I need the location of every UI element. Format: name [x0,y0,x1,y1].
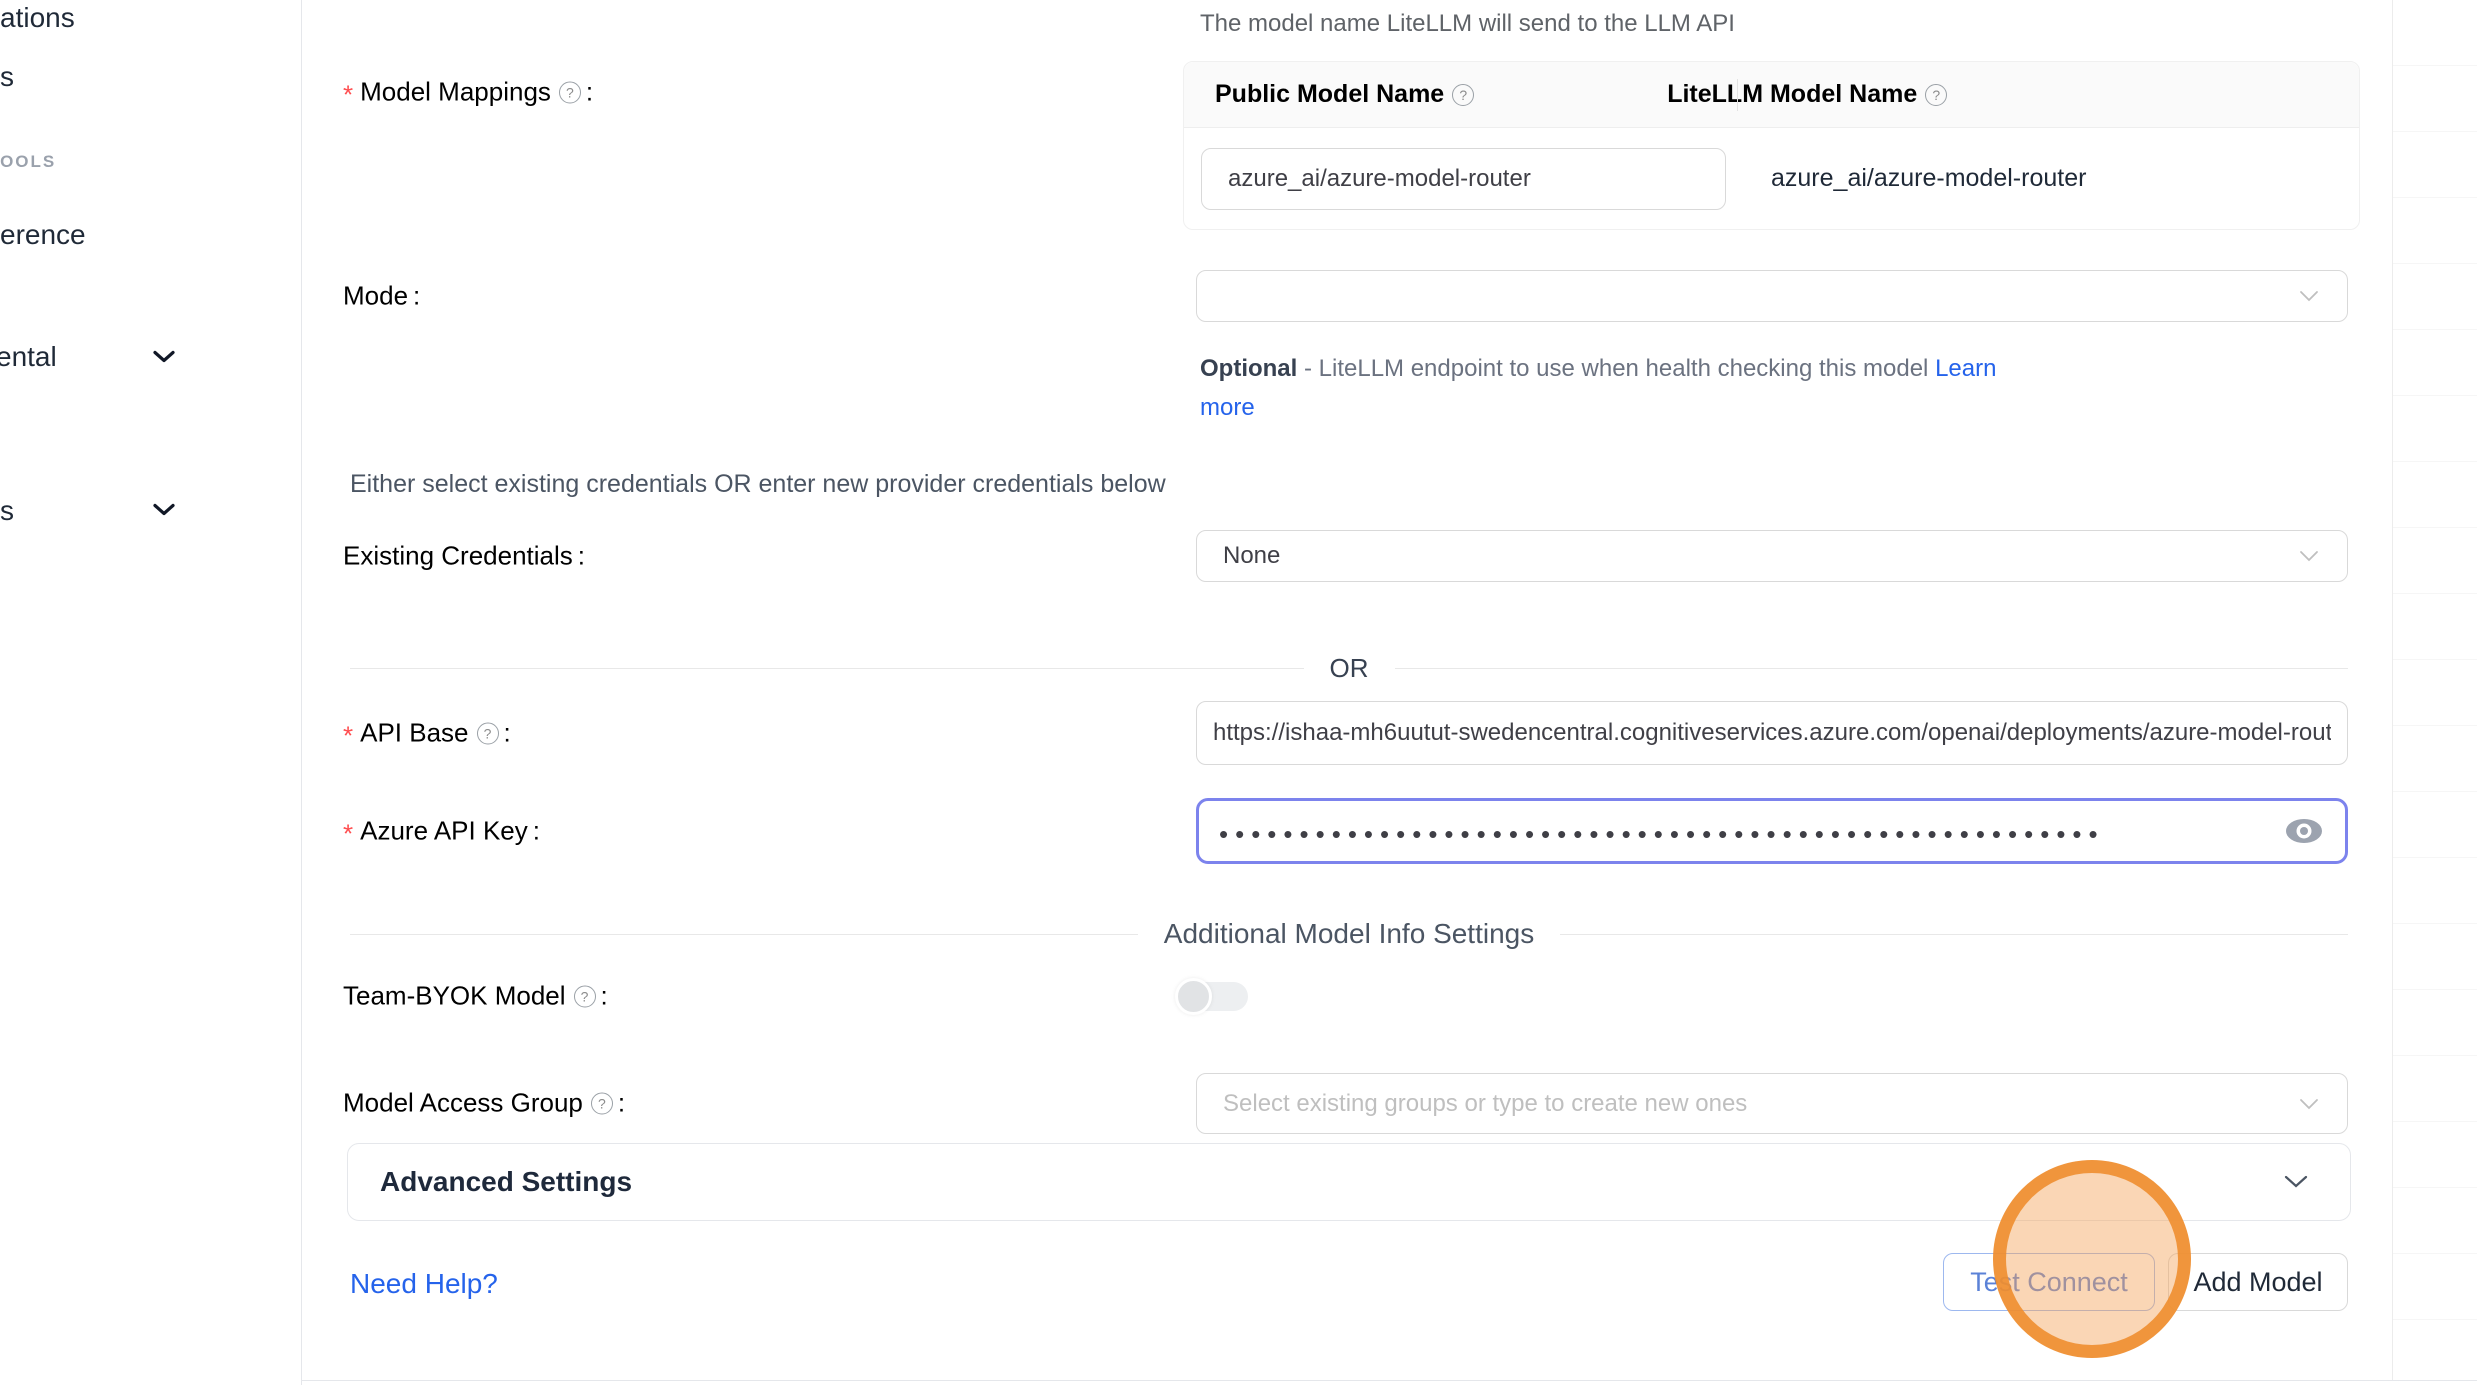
public-model-name-input[interactable]: azure_ai/azure-model-router [1201,148,1726,210]
table-body-row: azure_ai/azure-model-router azure_ai/azu… [1184,128,2359,229]
model-mappings-label: * Model Mappings ? : [343,74,593,111]
masked-password: ••••••••••••••••••••••••••••••••••••••••… [1219,813,2179,850]
add-model-form: The model name LiteLLM will send to the … [302,0,2477,1385]
chevron-down-icon[interactable] [153,504,175,517]
azure-api-key-input[interactable]: ••••••••••••••••••••••••••••••••••••••••… [1196,798,2348,864]
or-divider: OR [350,653,2348,684]
sidebar-item-settings[interactable]: s [0,495,14,527]
need-help-link[interactable]: Need Help? [350,1268,498,1300]
chevron-down-icon [2284,1175,2308,1189]
help-circle-icon[interactable]: ? [591,1092,613,1114]
container-right-border [2392,0,2393,1380]
required-asterisk: * [343,813,353,850]
learn-more-link[interactable]: more [1200,394,1255,421]
advanced-settings-panel[interactable]: Advanced Settings [347,1143,2351,1221]
sidebar: ations s TOOLS erence ental s [0,0,302,1385]
chevron-down-icon[interactable] [153,351,175,364]
background-table-strip [2393,0,2477,1380]
chevron-down-icon [2299,1098,2319,1110]
chevron-down-icon [2299,290,2319,302]
team-byok-toggle[interactable] [1178,982,1248,1011]
model-access-group-select[interactable]: Select existing groups or type to create… [1196,1073,2348,1134]
credentials-intro: Either select existing credentials OR en… [350,470,1166,499]
table-header-row: Public Model Name ? LiteLLM Model Name ? [1184,62,2359,128]
test-connect-button[interactable]: Test Connect [1943,1253,2155,1311]
help-circle-icon[interactable]: ? [559,81,581,103]
mode-hint: Optional - LiteLLM endpoint to use when … [1200,349,2360,427]
model-mappings-table: Public Model Name ? LiteLLM Model Name ?… [1183,61,2360,230]
col-litellm-model-name: LiteLLM Model Name ? [1667,80,1947,109]
additional-settings-divider: Additional Model Info Settings [350,918,2348,950]
help-circle-icon[interactable]: ? [1925,84,1947,106]
mode-label: Mode: [343,281,420,312]
column-divider [1737,79,1738,111]
existing-credentials-select[interactable]: None [1196,530,2348,582]
sidebar-item-experimental[interactable]: ental [0,341,57,373]
azure-api-key-label: * Azure API Key : [343,813,540,850]
required-asterisk: * [343,715,353,752]
help-circle-icon[interactable]: ? [1452,84,1474,106]
eye-icon[interactable] [2285,818,2323,844]
model-access-group-label: Model Access Group ? : [343,1088,625,1119]
api-base-input[interactable]: https://ishaa-mh6uutut-swedencentral.cog… [1196,701,2348,765]
existing-credentials-label: Existing Credentials: [343,541,585,572]
required-asterisk: * [343,74,353,111]
mode-select[interactable] [1196,270,2348,322]
advanced-settings-title: Advanced Settings [380,1166,632,1198]
add-model-button[interactable]: Add Model [2168,1253,2348,1311]
sidebar-section-tools: TOOLS [0,152,56,172]
container-bottom-border [302,1380,2477,1381]
api-base-label: * API Base ? : [343,715,511,752]
help-circle-icon[interactable]: ? [574,985,596,1007]
toggle-handle [1175,978,1212,1015]
sidebar-item-api-reference[interactable]: erence [0,219,86,251]
sidebar-item-organizations[interactable]: ations [0,2,75,34]
learn-more-link[interactable]: Learn [1935,355,1996,382]
litellm-model-name-value: azure_ai/azure-model-router [1771,128,2086,229]
litellm-model-name-helper: The model name LiteLLM will send to the … [1200,10,1735,38]
col-public-model-name: Public Model Name ? [1215,80,1474,109]
help-circle-icon[interactable]: ? [477,722,499,744]
chevron-down-icon [2299,550,2319,562]
sidebar-item-users[interactable]: s [0,61,14,93]
team-byok-label: Team-BYOK Model ? : [343,981,608,1012]
